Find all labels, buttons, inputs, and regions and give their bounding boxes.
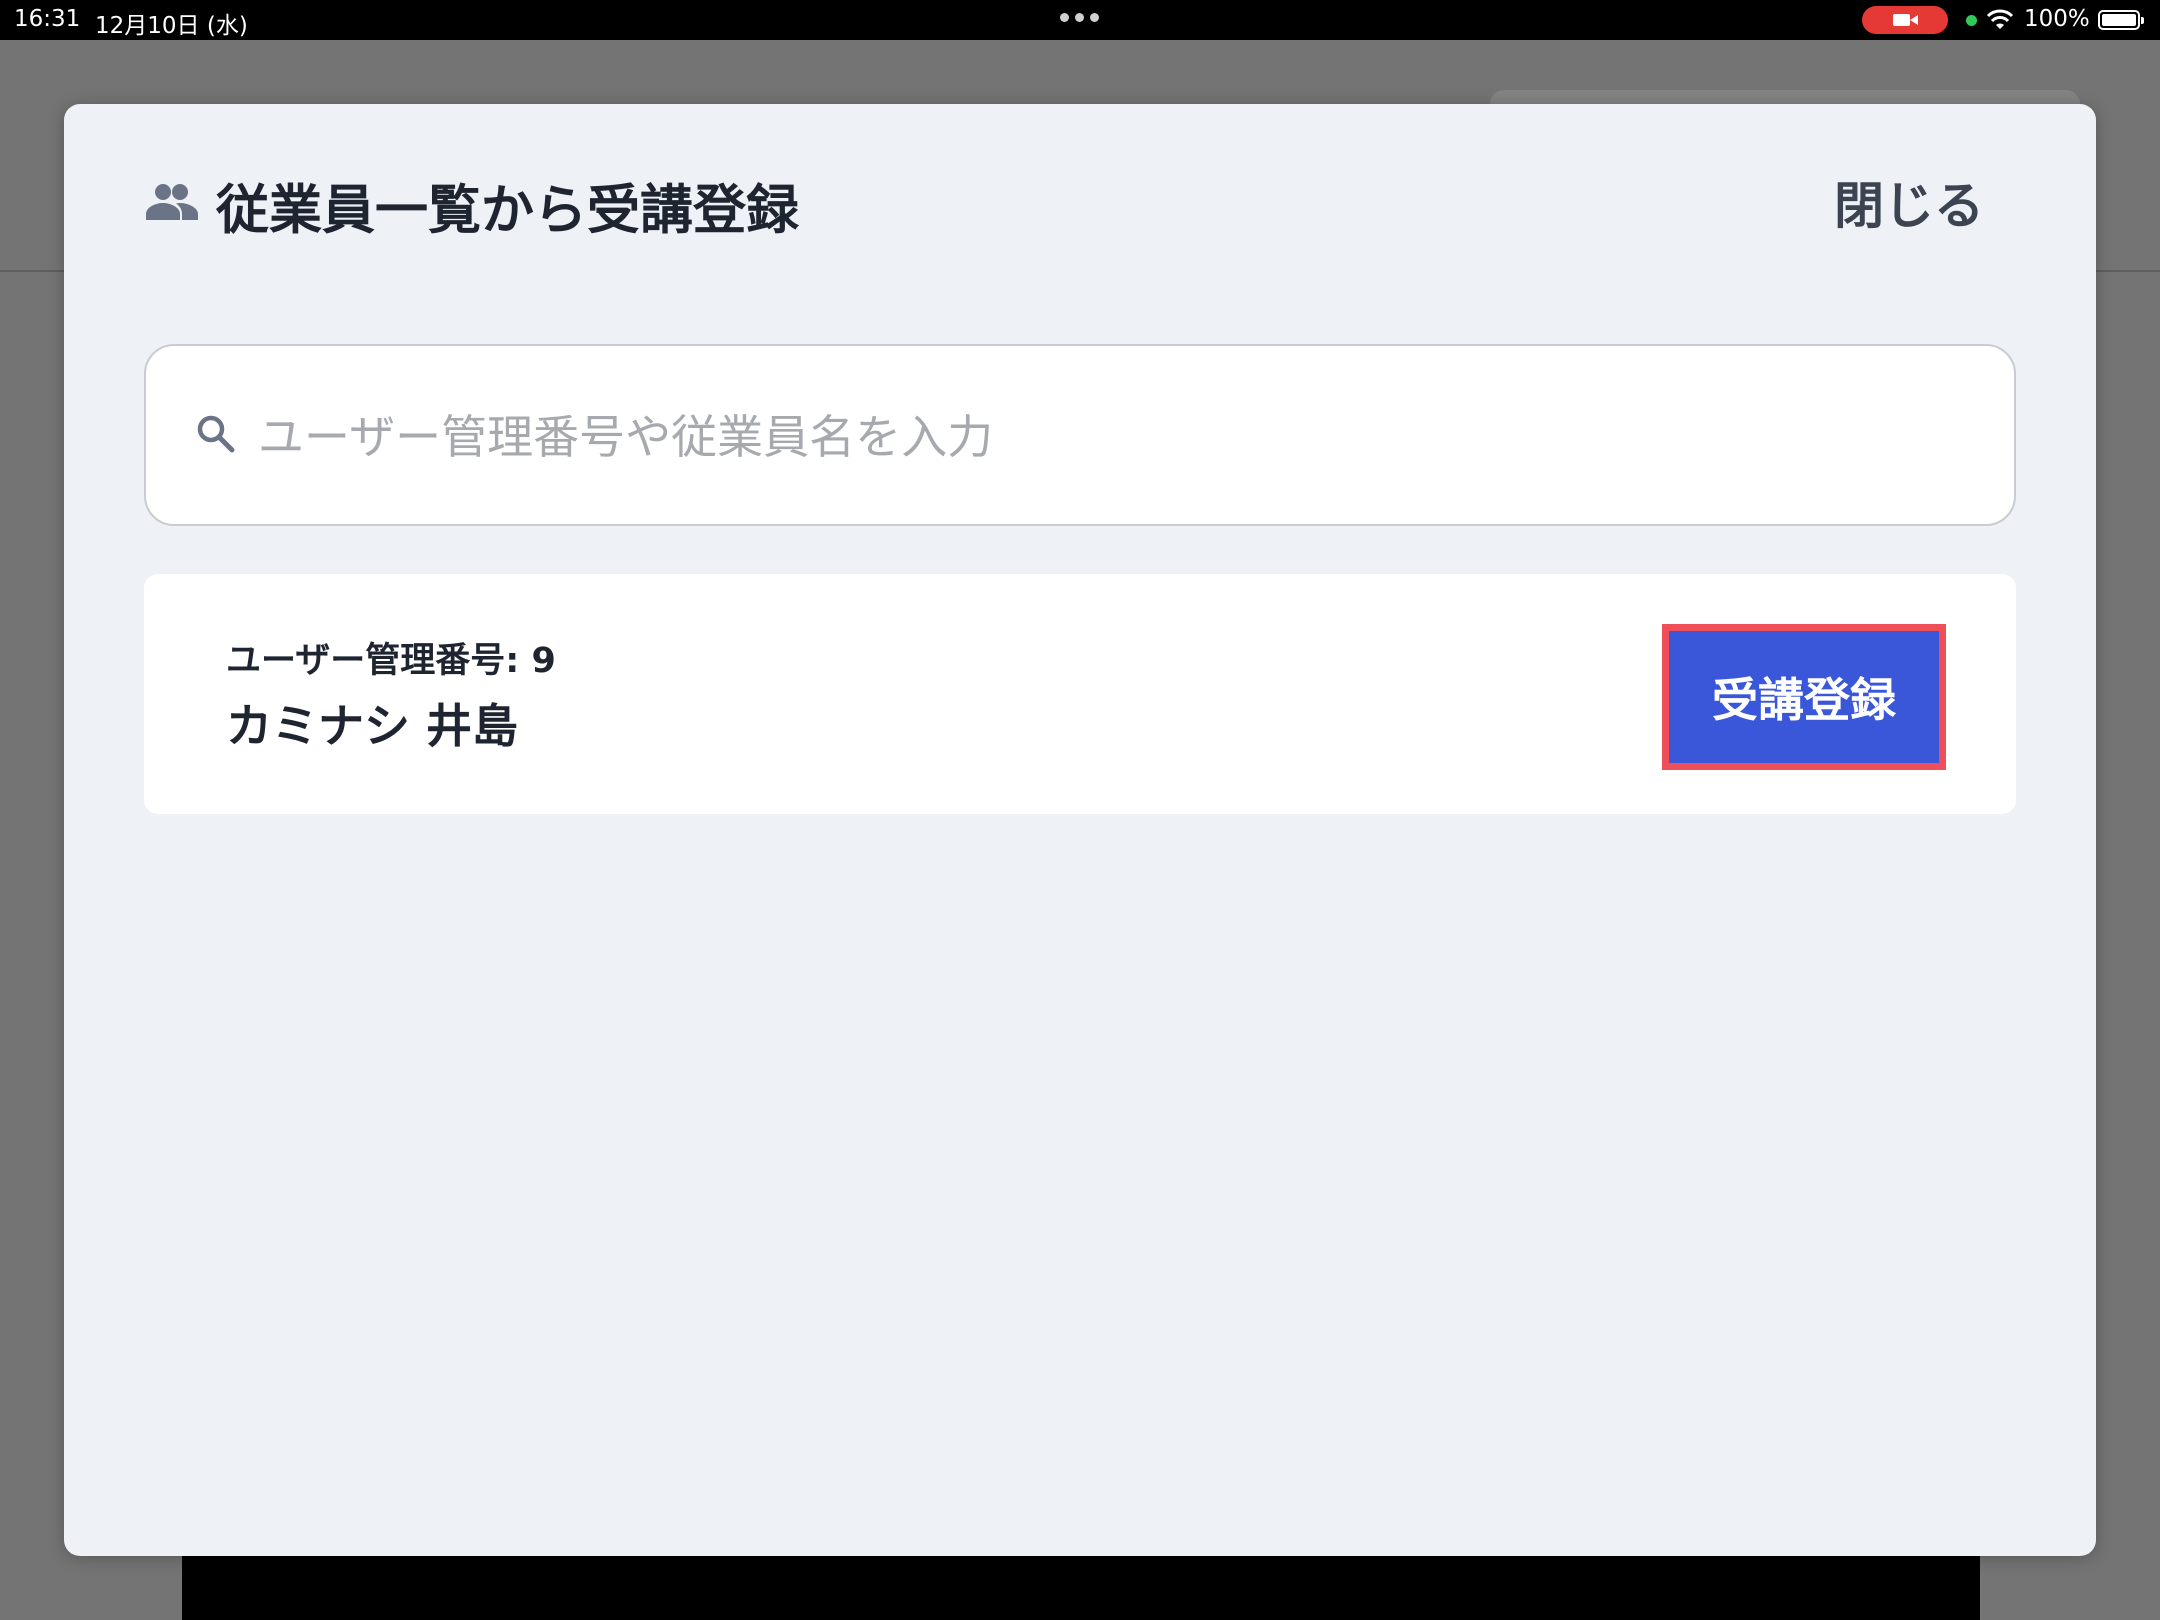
user-management-number: ユーザー管理番号: 9 (226, 641, 556, 681)
search-box[interactable] (144, 344, 2016, 526)
modal-header: 従業員一覧から受講登録 閉じる (64, 104, 2096, 304)
enroll-button[interactable]: 受講登録 (1662, 624, 1946, 770)
camera-indicator-icon (1862, 6, 1948, 34)
employee-name: カミナシ 井島 (226, 699, 519, 753)
battery-icon (2098, 10, 2144, 30)
privacy-dot-icon (1966, 15, 1977, 26)
more-dots-icon[interactable] (1060, 13, 1099, 22)
employee-list-item: ユーザー管理番号: 9 カミナシ 井島 受講登録 (144, 574, 2016, 814)
battery-percentage: 100% (2024, 6, 2090, 32)
people-icon (146, 184, 198, 220)
background-bar (182, 1552, 1980, 1620)
status-date: 12月10日 (水) (95, 13, 248, 39)
modal-title: 従業員一覧から受講登録 (216, 180, 799, 241)
close-button[interactable]: 閉じる (1834, 166, 1984, 238)
enroll-from-employees-modal: 従業員一覧から受講登録 閉じる ユーザー管理番号: 9 カミナシ 井島 受講登録 (64, 104, 2096, 1556)
screen: 16:31 12月10日 (水) 100% 従業員一覧から受講登録 閉じる ユー… (0, 0, 2160, 1620)
search-input[interactable] (256, 386, 1960, 488)
search-icon (197, 415, 235, 453)
status-time: 16:31 (14, 6, 81, 32)
status-bar: 16:31 12月10日 (水) 100% (0, 0, 2160, 40)
wifi-icon (1986, 9, 2014, 29)
